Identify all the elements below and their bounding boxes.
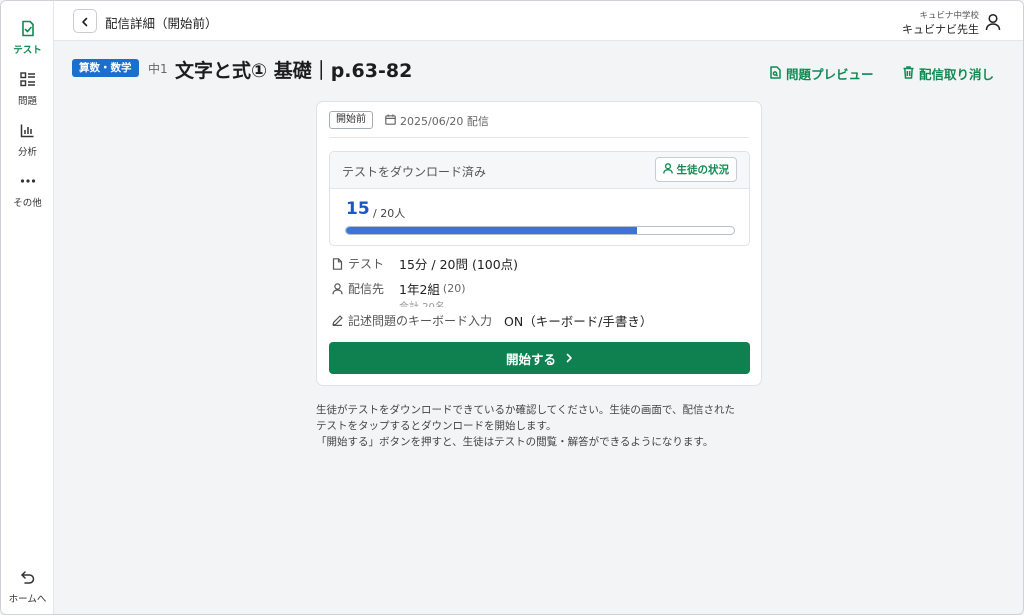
download-progress-bar — [345, 226, 735, 235]
download-progress-fill — [346, 227, 637, 234]
note-line: 生徒がテストをダウンロードできているか確認してください。生徒の画面で、配信された — [316, 404, 735, 416]
delivery-date: 2025/06/20 配信 — [385, 113, 489, 129]
cancel-delivery-button[interactable]: 配信取り消し — [903, 64, 994, 83]
grid-list-icon — [19, 70, 37, 88]
test-check-icon — [19, 19, 37, 37]
sidebar-item-home[interactable]: ホームへ — [1, 568, 54, 612]
start-button-label: 開始する — [505, 351, 556, 367]
sidebar: テスト 問題 分析 その他 ホームへ — [1, 1, 54, 614]
cancel-delivery-label: 配信取り消し — [919, 67, 995, 82]
back-button[interactable] — [73, 9, 97, 33]
info-target-count: (20) — [442, 282, 466, 295]
sidebar-item-other[interactable]: その他 — [1, 172, 54, 216]
more-dots-icon — [19, 172, 37, 190]
download-status-label: テストをダウンロード済み — [342, 165, 487, 179]
info-row-keyboard: 記述問題のキーボード入力 ON（キーボード/手書き） — [332, 311, 652, 330]
start-button[interactable]: 開始する — [329, 342, 750, 374]
pencil-icon — [332, 314, 344, 327]
page-header-title: 配信詳細（開始前） — [105, 16, 218, 31]
preview-button[interactable]: 問題プレビュー — [770, 64, 874, 83]
school-name: キュビナ中学校 — [919, 11, 979, 21]
chevron-right-icon — [566, 351, 573, 366]
download-total: / 20人 — [373, 207, 406, 220]
teacher-name: キュビナビ先生 — [902, 23, 979, 36]
note-line: テストをタップするとダウンロードを開始します。 — [316, 420, 557, 432]
status-badge: 開始前 — [329, 111, 373, 129]
sidebar-item-label: 問題 — [17, 96, 37, 107]
preview-label: 問題プレビュー — [786, 67, 874, 82]
person-icon — [332, 282, 344, 295]
header-bar: 配信詳細（開始前） キュビナ中学校 キュビナビ先生 — [54, 1, 1023, 41]
info-row-target: 配信先 1年2組 (20) — [332, 279, 466, 298]
note-line: 「開始する」ボタンを押すと、生徒はテストの閲覧・解答ができるようになります。 — [316, 436, 714, 448]
chevron-left-icon — [81, 12, 89, 31]
sidebar-item-label: その他 — [13, 198, 42, 209]
download-count: 15 — [346, 199, 370, 219]
app-window: テスト 問題 分析 その他 ホームへ 配信詳細（開始前） キュビナ中学校 キュビ… — [0, 0, 1024, 615]
info-key-keyboard: 記述問題のキーボード入力 — [348, 314, 493, 328]
sidebar-item-label: テスト — [13, 45, 42, 56]
bar-chart-icon — [19, 121, 37, 139]
info-key-target: 配信先 — [348, 282, 385, 296]
trash-icon — [903, 65, 914, 82]
student-status-label: 生徒の状況 — [676, 164, 730, 176]
info-val-test: 15分 / 20問 (100点) — [399, 257, 519, 272]
info-row-test: テスト 15分 / 20問 (100点) — [332, 254, 518, 273]
delivery-date-text: 2025/06/20 配信 — [400, 115, 489, 128]
subject-badge: 算数・数学 — [72, 59, 139, 77]
document-icon — [770, 65, 781, 82]
calendar-icon — [385, 114, 396, 128]
page-title: 文字と式① 基礎｜p.63-82 — [175, 60, 413, 82]
file-icon — [332, 257, 344, 270]
info-key-test: テスト — [348, 257, 385, 271]
sidebar-item-test[interactable]: テスト — [1, 19, 54, 63]
sidebar-item-label: 分析 — [17, 147, 37, 158]
divider — [329, 137, 749, 138]
student-status-button[interactable]: 生徒の状況 — [654, 157, 737, 182]
user-icon[interactable] — [985, 13, 1001, 31]
download-progress-header: テストをダウンロード済み 生徒の状況 — [330, 152, 749, 189]
download-progress-box: テストをダウンロード済み 生徒の状況 15 / 20人 — [329, 151, 750, 246]
person-icon — [662, 162, 673, 177]
delivery-card: 開始前 2025/06/20 配信 テストをダウンロード済み 生徒の状況 15 … — [316, 101, 762, 386]
info-target-total: 合計 20名 — [399, 298, 445, 307]
undo-arrow-icon — [19, 568, 37, 586]
instruction-notes: 生徒がテストをダウンロードできているか確認してください。生徒の画面で、配信された… — [316, 402, 766, 450]
sidebar-item-questions[interactable]: 問題 — [1, 70, 54, 114]
sidebar-item-label: ホームへ — [8, 594, 47, 605]
info-val-target: 1年2組 — [399, 282, 440, 297]
sidebar-item-analysis[interactable]: 分析 — [1, 121, 54, 165]
grade-label: 中1 — [148, 62, 168, 76]
info-val-keyboard: ON（キーボード/手書き） — [504, 314, 653, 329]
